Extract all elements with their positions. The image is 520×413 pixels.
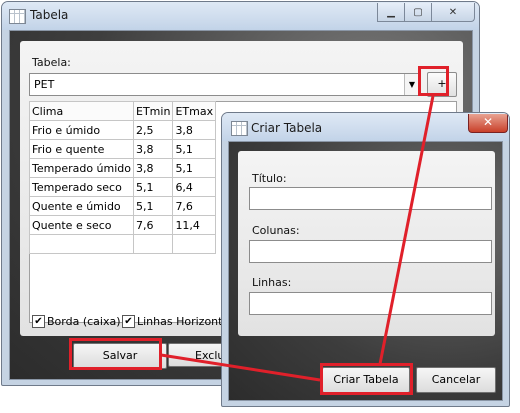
close-icon[interactable]: ✕	[431, 3, 475, 22]
grid-header-cell[interactable]: ETmax	[172, 101, 217, 121]
table-row[interactable]: Quente e seco 7,6 11,4	[28, 215, 217, 235]
grid-cell[interactable]	[28, 234, 135, 254]
dialog-titlebar[interactable]: Criar Tabela ✕	[222, 113, 509, 141]
border-checkbox-label: Borda (caixa)	[47, 315, 121, 328]
grid-cell[interactable]: Temperado úmido	[28, 158, 135, 178]
main-titlebar[interactable]: Tabela ▁ ▢ ✕	[2, 2, 479, 30]
grid-header-row: Clima ETmin ETmax	[28, 101, 217, 121]
grid-cell[interactable]: 5,1	[172, 139, 217, 159]
table-row[interactable]: Frio e quente 3,8 5,1	[28, 139, 217, 159]
grid-cell[interactable]: 5,1	[172, 158, 217, 178]
grid-cell[interactable]: Temperado seco	[28, 177, 135, 197]
table-row-empty[interactable]	[28, 234, 217, 254]
grid-cell[interactable]: 7,6	[133, 215, 174, 235]
grid-cell[interactable]: 2,5	[133, 120, 174, 140]
grid-cell[interactable]: 6,4	[172, 177, 217, 197]
title-label: Título:	[252, 172, 287, 185]
table-row[interactable]: Frio e úmido 2,5 3,8	[28, 120, 217, 140]
grid-cell[interactable]: 3,8	[133, 158, 174, 178]
grid-cell[interactable]: Frio e quente	[28, 139, 135, 159]
grid-cell[interactable]: Frio e úmido	[28, 120, 135, 140]
table-label: Tabela:	[32, 56, 71, 69]
table-row[interactable]: Quente e úmido 5,1 7,6	[28, 196, 217, 216]
checkmark-icon[interactable]: ✔	[32, 315, 45, 328]
grid-cell[interactable]: 5,1	[133, 177, 174, 197]
chevron-down-icon[interactable]: ▼	[404, 74, 419, 95]
grid-cell[interactable]: 7,6	[172, 196, 217, 216]
highlight-create-button	[320, 363, 413, 395]
highlight-save-button	[69, 338, 162, 370]
highlight-add-button	[418, 66, 449, 96]
title-input[interactable]	[249, 187, 492, 210]
minimize-icon[interactable]: ▁	[377, 3, 405, 22]
table-icon	[9, 9, 26, 24]
dialog-title: Criar Tabela	[251, 121, 323, 135]
grid-cell[interactable]: Quente e úmido	[28, 196, 135, 216]
data-grid-table: Clima ETmin ETmax Frio e úmido 2,5 3,8 F…	[28, 101, 217, 254]
grid-cell[interactable]: 5,1	[133, 196, 174, 216]
close-icon[interactable]: ✕	[468, 114, 508, 133]
rows-label: Linhas:	[252, 276, 292, 289]
grid-cell[interactable]: 3,8	[172, 120, 217, 140]
columns-input[interactable]	[249, 240, 492, 263]
table-row[interactable]: Temperado seco 5,1 6,4	[28, 177, 217, 197]
columns-label: Colunas:	[252, 224, 300, 237]
grid-header-cell[interactable]: ETmin	[133, 101, 174, 121]
cancel-button[interactable]: Cancelar	[416, 367, 496, 393]
table-row[interactable]: Temperado úmido 3,8 5,1	[28, 158, 217, 178]
grid-cell[interactable]: 3,8	[133, 139, 174, 159]
dialog-client-area: Título: Colunas: Linhas: Criar Tabela Ca…	[228, 141, 503, 401]
checkmark-icon[interactable]: ✔	[122, 315, 135, 328]
grid-cell[interactable]: 11,4	[172, 215, 217, 235]
border-checkbox[interactable]: ✔ Borda (caixa)	[32, 315, 121, 328]
grid-cell[interactable]	[133, 234, 174, 254]
table-icon	[231, 121, 248, 136]
table-select-value: PET	[34, 78, 55, 91]
table-select[interactable]: PET ▼	[29, 73, 420, 96]
maximize-icon[interactable]: ▢	[404, 3, 432, 22]
dialog-form-panel: Título: Colunas: Linhas:	[238, 151, 495, 336]
grid-cell[interactable]: Quente e seco	[28, 215, 135, 235]
grid-cell[interactable]	[172, 234, 217, 254]
grid-header-cell[interactable]: Clima	[28, 101, 135, 121]
window-title: Tabela	[30, 8, 69, 22]
rows-input[interactable]	[249, 292, 492, 315]
